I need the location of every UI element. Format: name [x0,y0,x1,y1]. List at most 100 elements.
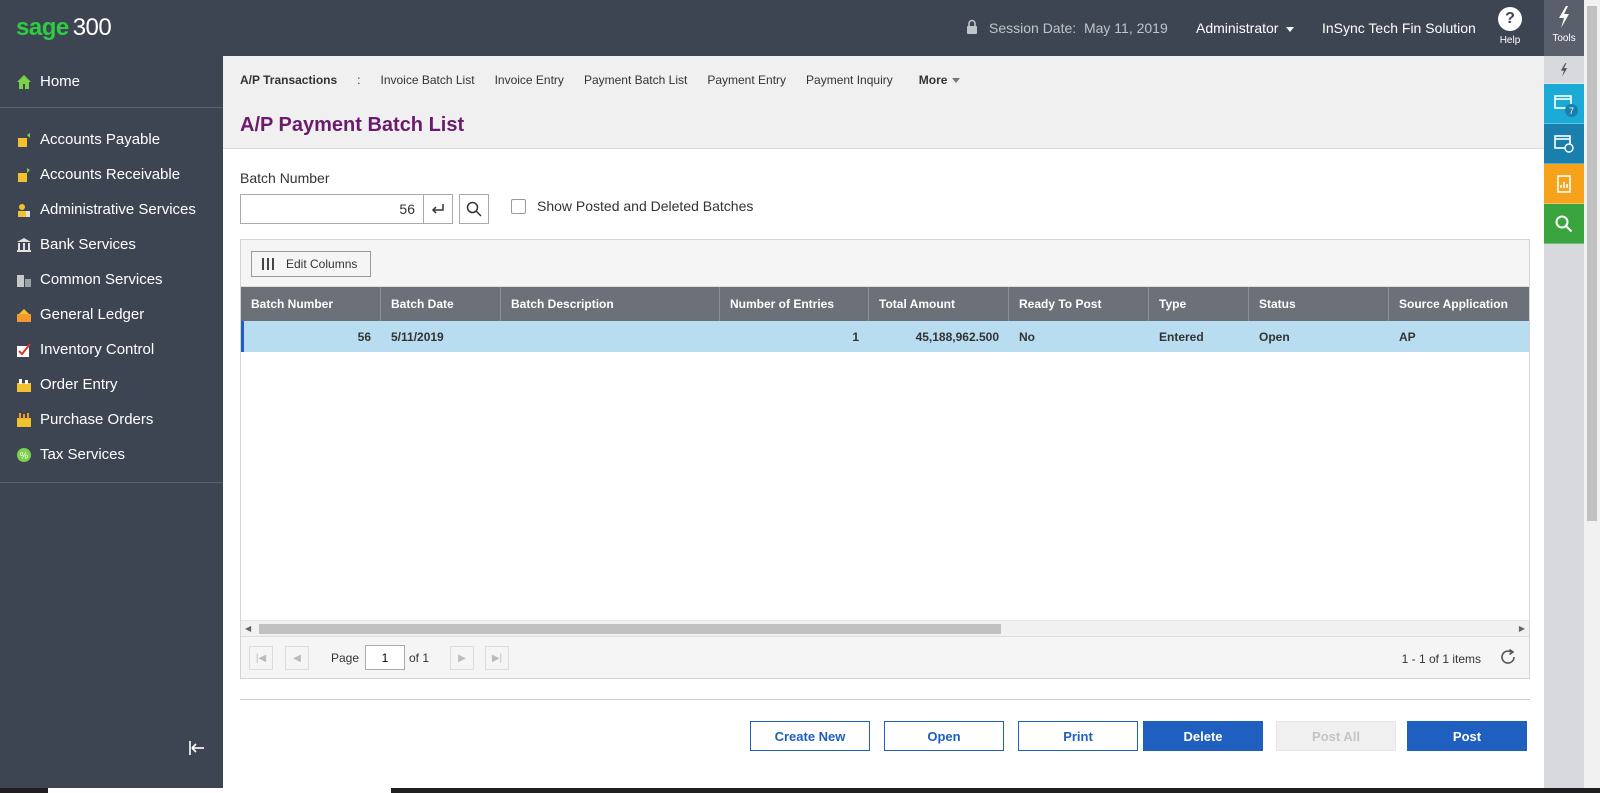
search-icon [466,201,482,217]
top-bar: sage 300 Session Date: May 11, 2019 Admin… [0,0,1544,56]
column-header-batch-date[interactable]: Batch Date [381,287,501,321]
lightning-small-icon [1560,62,1568,77]
nav-invoice-entry[interactable]: Invoice Entry [495,73,564,87]
windows-button[interactable]: 7 [1544,84,1584,124]
nav-invoice-batch-list[interactable]: Invoice Batch List [381,73,475,87]
column-header-batch-number[interactable]: Batch Number [241,287,381,321]
column-header-source-application[interactable]: Source Application [1389,287,1529,321]
sidebar-item-purchase-orders[interactable]: Purchase Orders [0,402,223,437]
tools-button[interactable]: Tools [1544,0,1584,56]
scroll-left-arrow-icon[interactable]: ◀ [245,624,251,633]
next-page-button[interactable]: ▶ [450,646,474,670]
column-header-number-of-entries[interactable]: Number of Entries [720,287,869,321]
refresh-icon[interactable] [1499,648,1517,666]
main-content: A/P Transactions : Invoice Batch List In… [223,56,1544,793]
create-new-button[interactable]: Create New [750,721,870,751]
purchase-orders-icon [17,412,31,427]
show-posted-deleted-checkbox[interactable] [511,198,526,214]
help-button[interactable]: ? Help [1490,7,1530,46]
sidebar-item-label: Inventory Control [40,341,155,358]
delete-button[interactable]: Delete [1143,721,1263,751]
scroll-right-arrow-icon[interactable]: ▶ [1519,624,1525,633]
svg-text:%: % [20,450,28,460]
session-date[interactable]: Session Date: May 11, 2019 [989,20,1168,36]
sidebar: Home Accounts Payable Accounts Receivabl… [0,56,223,793]
sidebar-item-label: Bank Services [40,236,136,253]
page-scrollbar[interactable] [1584,0,1600,793]
columns-icon [262,258,274,270]
company-name[interactable]: InSync Tech Fin Solution [1322,20,1476,36]
window-count-badge: 7 [1565,104,1578,117]
nav-payment-inquiry[interactable]: Payment Inquiry [806,73,893,87]
sidebar-item-accounts-receivable[interactable]: Accounts Receivable [0,157,223,192]
sidebar-item-home[interactable]: Home [0,56,223,108]
nav-payment-entry[interactable]: Payment Entry [707,73,786,87]
show-posted-deleted-option[interactable]: Show Posted and Deleted Batches [511,198,753,214]
grid-header-row: Batch Number Batch Date Batch Descriptio… [241,287,1529,321]
show-posted-deleted-label: Show Posted and Deleted Batches [537,198,754,214]
sidebar-item-administrative-services[interactable]: Administrative Services [0,192,223,227]
batch-number-input[interactable] [240,194,424,224]
nav-section-title: A/P Transactions [240,73,338,87]
page-header: A/P Transactions : Invoice Batch List In… [223,56,1544,149]
column-header-total-amount[interactable]: Total Amount [869,287,1009,321]
column-header-type[interactable]: Type [1149,287,1249,321]
cell-number-of-entries: 1 [852,329,859,344]
post-all-button[interactable]: Post All [1276,721,1396,751]
chevron-down-icon [1286,26,1295,32]
sidebar-item-order-entry[interactable]: Order Entry [0,367,223,402]
search-tool-button[interactable] [1544,204,1584,244]
cell-source-application: AP [1399,329,1416,344]
sidebar-item-tax-services[interactable]: % Tax Services [0,437,223,472]
search-icon [1555,215,1573,232]
column-header-status[interactable]: Status [1249,287,1389,321]
reports-button[interactable] [1544,164,1584,204]
first-page-button[interactable]: |◀ [249,646,273,670]
edit-columns-label: Edit Columns [286,257,358,271]
sidebar-item-accounts-payable[interactable]: Accounts Payable [0,122,223,157]
table-row[interactable]: 56 5/11/2019 1 45,188,962.500 No Entered… [241,321,1529,352]
sidebar-item-general-ledger[interactable]: General Ledger [0,297,223,332]
sidebar-item-bank-services[interactable]: Bank Services [0,227,223,262]
sage-logo[interactable]: sage 300 [16,14,112,42]
post-button[interactable]: Post [1407,721,1527,751]
nav-more-label: More [918,73,948,87]
last-page-button[interactable]: ▶| [485,646,509,670]
sidebar-item-common-services[interactable]: Common Services [0,262,223,297]
bank-icon [17,237,31,252]
edit-columns-button[interactable]: Edit Columns [251,251,371,277]
grid-horizontal-scrollbar[interactable]: ◀ ▶ [241,620,1529,636]
session-date-value: May 11, 2019 [1083,20,1168,36]
open-button[interactable]: Open [884,721,1004,751]
quick-tools-button[interactable] [1544,56,1584,84]
history-button[interactable] [1544,124,1584,164]
previous-page-icon: ◀ [293,652,301,664]
order-entry-icon [17,378,31,392]
user-name: Administrator [1196,20,1279,36]
previous-page-button[interactable]: ◀ [285,646,309,670]
cell-status: Open [1259,329,1290,344]
cell-batch-number: 56 [357,329,371,344]
batch-number-label: Batch Number [240,170,330,186]
batch-grid: Edit Columns Batch Number Batch Date Bat… [240,239,1530,679]
sidebar-item-inventory-control[interactable]: Inventory Control [0,332,223,367]
window-clock-icon [1554,134,1574,153]
grid-pager: |◀ ◀ Page of 1 ▶ ▶| 1 - 1 of 1 items [241,636,1529,678]
sidebar-item-label: Accounts Payable [40,131,161,148]
lightning-icon [1559,6,1569,28]
batch-finder-button[interactable] [459,194,489,224]
grid-scrollbar-thumb[interactable] [259,624,1001,634]
collapse-sidebar-icon[interactable] [188,740,206,756]
cell-ready-to-post: No [1019,329,1035,344]
print-button[interactable]: Print [1018,721,1138,751]
column-header-ready-to-post[interactable]: Ready To Post [1009,287,1149,321]
nav-more-menu[interactable]: More [919,73,961,87]
column-header-batch-description[interactable]: Batch Description [501,287,720,321]
page-scrollbar-thumb[interactable] [1587,6,1597,521]
batch-number-go-button[interactable] [423,194,453,224]
user-menu[interactable]: Administrator [1196,20,1295,36]
page-number-input[interactable] [365,645,405,670]
page-total: of 1 [409,651,430,665]
nav-payment-batch-list[interactable]: Payment Batch List [584,73,687,87]
tax-services-icon: % [17,447,31,462]
